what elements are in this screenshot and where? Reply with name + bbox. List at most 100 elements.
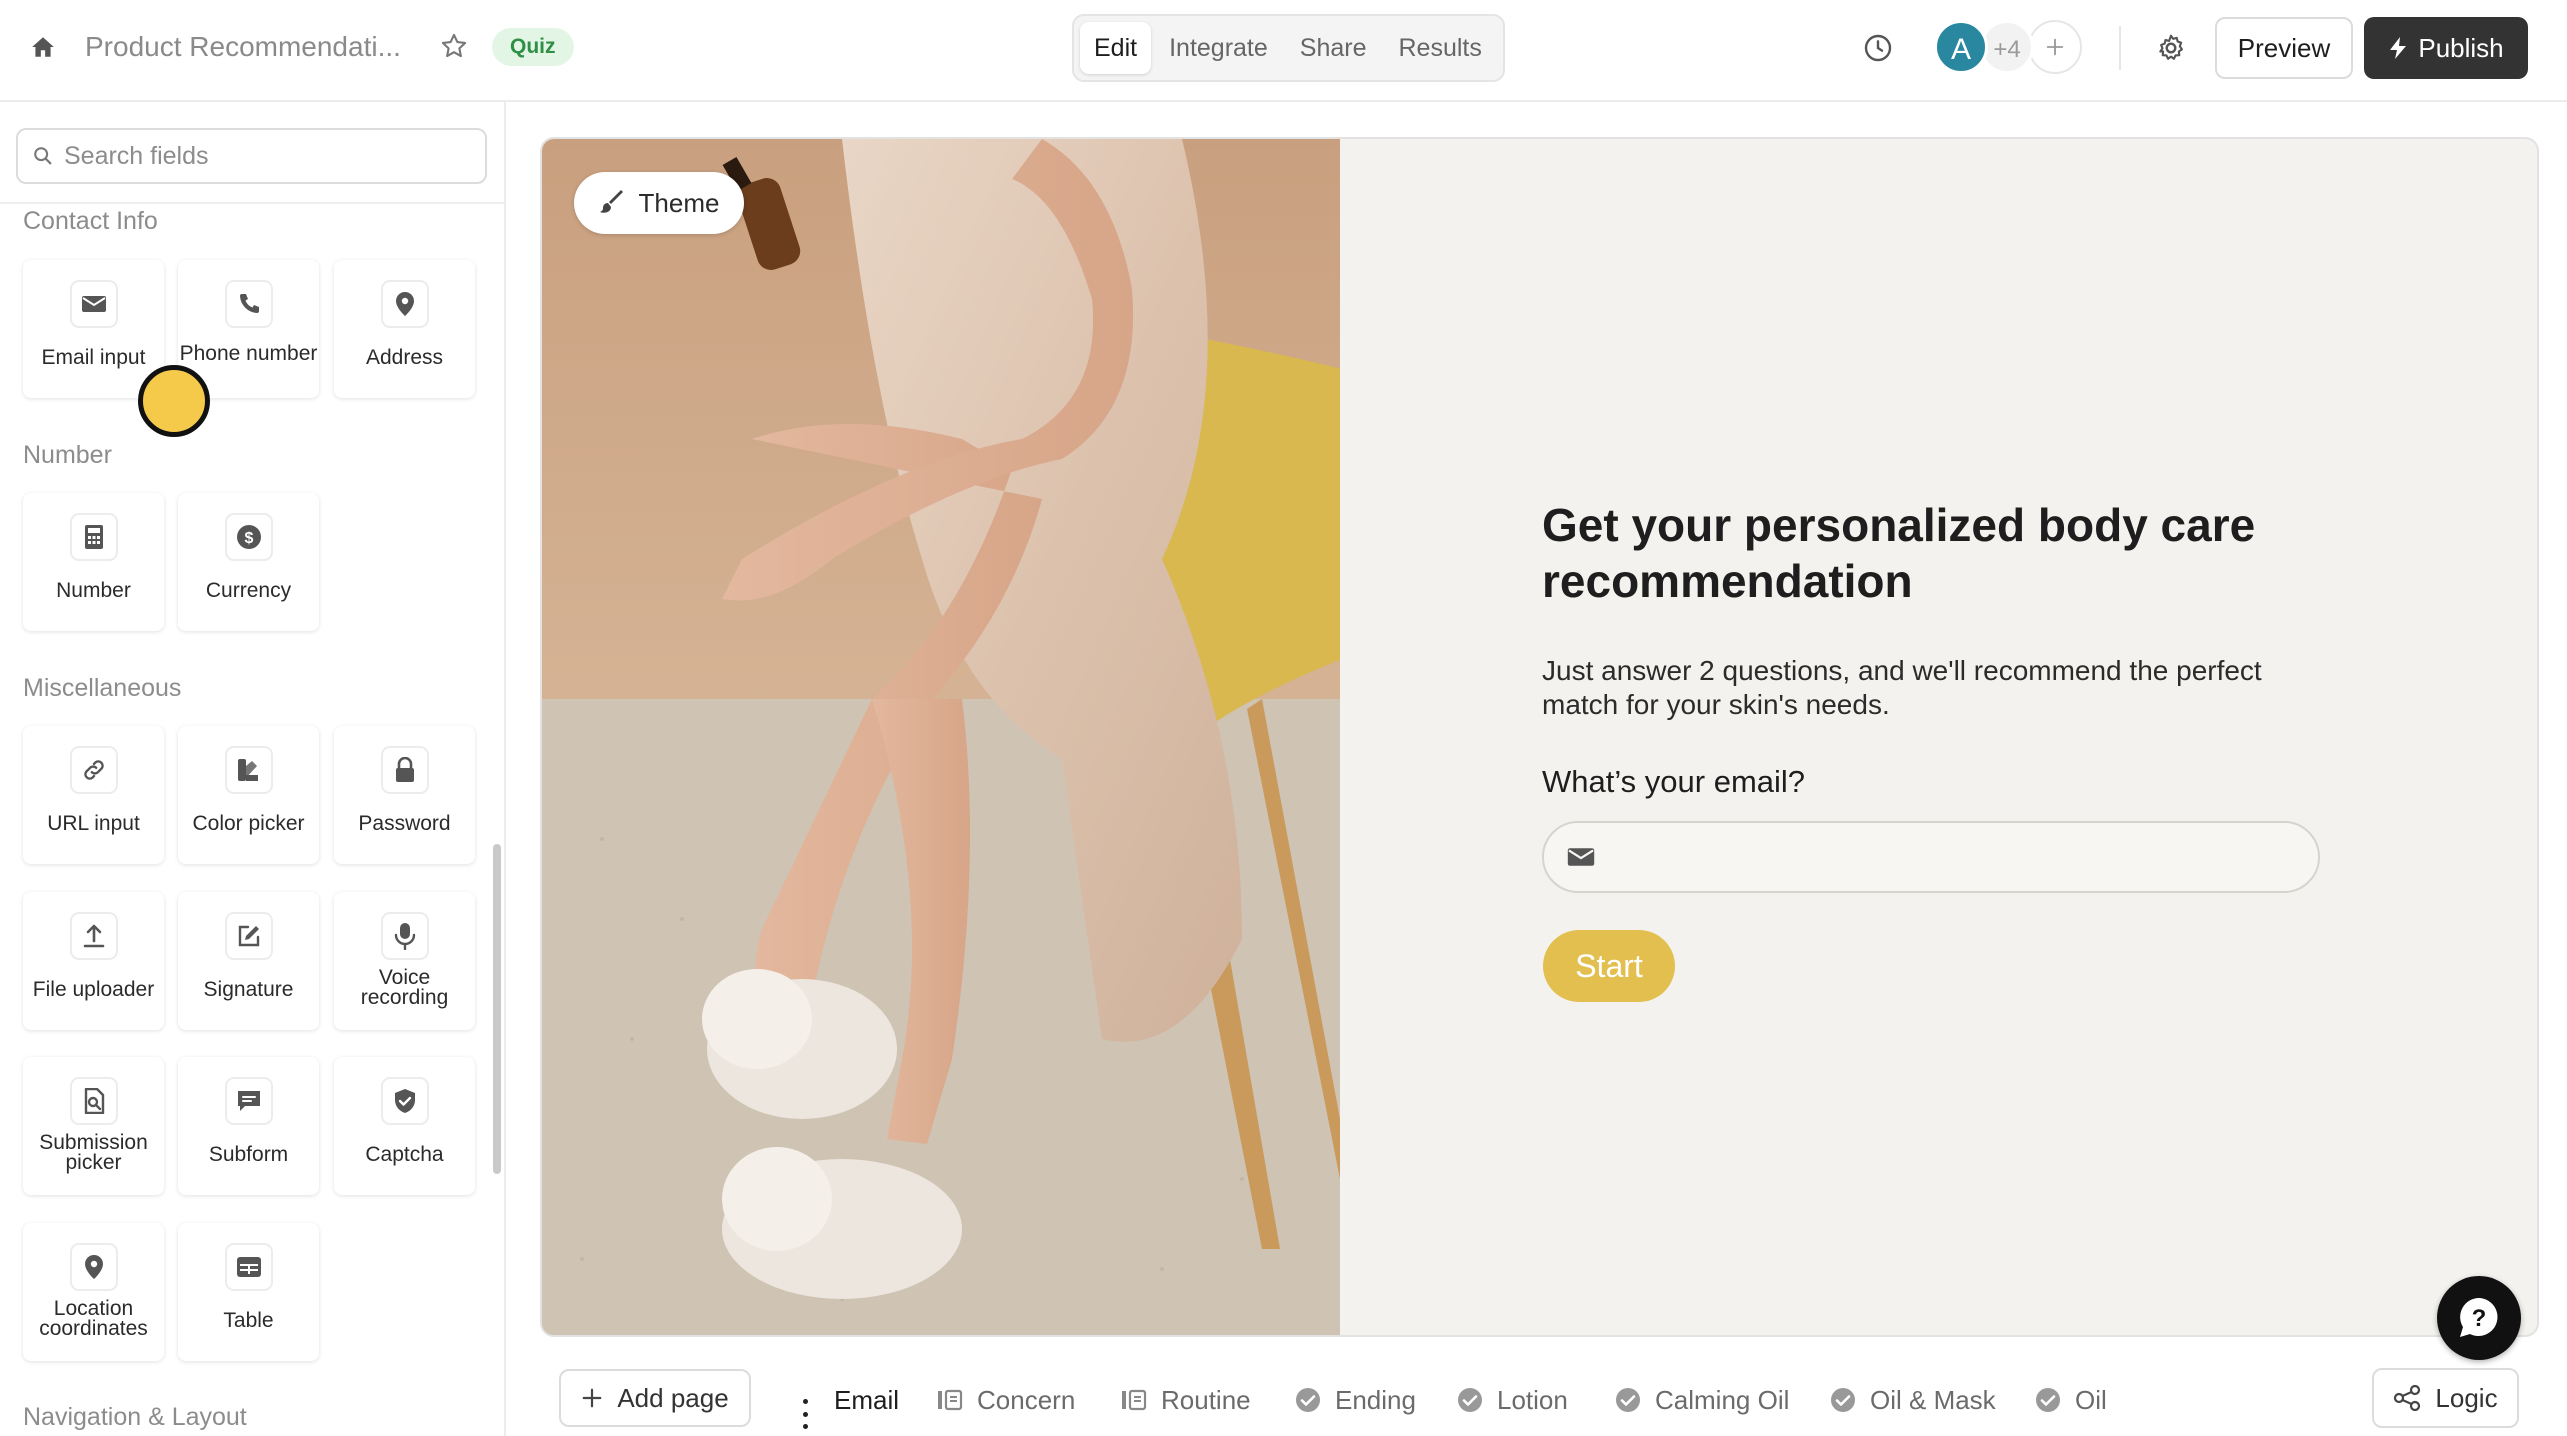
field-password[interactable]: Password [334,726,475,864]
upload-icon [70,912,118,960]
field-address[interactable]: Address [334,260,475,398]
top-bar: Product Recommendati... Quiz Edit Integr… [0,0,2567,102]
page-tab-oil-mask[interactable]: Oil & Mask [1830,1382,1996,1418]
page-tab-oil[interactable]: Oil [2035,1382,2107,1418]
field-label: Captcha [365,1143,444,1166]
page-menu-icon[interactable] [800,1399,810,1429]
page-tab-label: Lotion [1497,1384,1568,1415]
field-label: Table [223,1309,274,1332]
theme-label: Theme [638,187,720,218]
form-title[interactable]: Product Recommendati... [85,31,401,63]
lock-icon [381,746,429,794]
history-icon[interactable] [1860,30,1896,66]
add-page-button[interactable]: Add page [559,1369,751,1427]
paintbrush-icon [599,190,623,213]
page-tab-routine[interactable]: Routine [1121,1382,1251,1418]
field-label: Location coordinates [39,1297,148,1340]
email-field[interactable] [1542,821,2320,893]
check-circle-icon [1296,1388,1320,1412]
calculator-icon [70,513,118,561]
page-tab-concern[interactable]: Concern [937,1382,1075,1418]
help-button[interactable]: ? [2437,1276,2521,1360]
field-number[interactable]: Number [23,493,164,631]
field-file-uploader[interactable]: File uploader [23,892,164,1030]
section-navigation-layout: Navigation & Layout [23,1403,247,1431]
field-label: Password [358,812,451,835]
welcome-description[interactable]: Just answer 2 questions, and we'll recom… [1542,654,2302,722]
page-tab-label: Email [834,1384,900,1415]
page-tab-label: Concern [977,1384,1076,1415]
gear-icon[interactable] [2153,30,2189,66]
publish-label: Publish [2418,32,2504,63]
field-color-picker[interactable]: Color picker [178,726,319,864]
field-captcha[interactable]: Captcha [334,1057,475,1195]
tab-results[interactable]: Results [1385,22,1496,74]
star-icon[interactable] [437,29,471,63]
field-table[interactable]: Table [178,1223,319,1361]
palette-icon [225,746,273,794]
field-label: Address [365,346,444,369]
mode-switcher: Edit Integrate Share Results [1072,14,1505,82]
field-label: Phone number [179,342,318,365]
field-url-input[interactable]: URL input [23,726,164,864]
search-icon [34,147,52,165]
tab-integrate[interactable]: Integrate [1155,22,1282,74]
dollar-coin-icon: $ [225,513,273,561]
page-tab-ending[interactable]: Ending [1295,1382,1416,1418]
field-voice-recording[interactable]: Voice recording [334,892,475,1030]
pen-square-icon [225,912,273,960]
page-tab-label: Oil & Mask [1870,1384,1996,1415]
email-input[interactable] [1616,841,2296,873]
field-label: Number [56,579,131,602]
page-tab-lotion[interactable]: Lotion [1457,1382,1568,1418]
shield-check-icon [381,1077,429,1125]
pointer-cursor [138,365,210,437]
page-tab-label: Ending [1335,1384,1416,1415]
envelope-icon [1567,848,1595,866]
collaborators-count[interactable]: +4 [1980,20,2034,74]
tab-share[interactable]: Share [1286,22,1381,74]
field-email-input[interactable]: Email input [23,260,164,398]
logic-button[interactable]: Logic [2372,1368,2519,1428]
field-signature[interactable]: Signature [178,892,319,1030]
check-circle-icon [1458,1388,1482,1412]
check-circle-icon [1616,1388,1640,1412]
section-miscellaneous: Miscellaneous [23,674,182,702]
preview-button[interactable]: Preview [2215,17,2353,79]
question-label[interactable]: What’s your email? [1542,764,2302,800]
check-circle-icon [1831,1388,1855,1412]
sidebar-divider [0,202,504,204]
field-subform[interactable]: Subform [178,1057,319,1195]
theme-button[interactable]: Theme [574,172,744,234]
form-page-icon [1122,1389,1147,1411]
search-field-wrapper [16,128,487,184]
page-tab-calming-oil[interactable]: Calming Oil [1615,1382,1789,1418]
page-tab-label: Calming Oil [1655,1384,1790,1415]
add-collaborator-button[interactable] [2028,20,2082,74]
svg-text:?: ? [2472,1305,2487,1332]
field-currency[interactable]: $ Currency [178,493,319,631]
field-submission-picker[interactable]: Submission picker [23,1057,164,1195]
tab-edit[interactable]: Edit [1080,22,1152,74]
welcome-headline[interactable]: Get your personalized body care recommen… [1542,497,2302,609]
table-icon [225,1243,273,1291]
start-button[interactable]: Start [1543,930,1675,1002]
field-label: Currency [205,579,292,602]
quiz-badge: Quiz [492,28,574,66]
field-label: Subform [208,1143,289,1166]
location-pin-icon [70,1243,118,1291]
page-tab-label: Oil [2075,1384,2107,1415]
share-nodes-icon [2394,1385,2421,1411]
home-icon[interactable] [26,30,60,64]
page-tab-label: Routine [1161,1384,1251,1415]
publish-button[interactable]: Publish [2364,17,2528,79]
search-input[interactable] [64,141,464,171]
sidebar-scrollbar[interactable] [493,844,501,1174]
field-location-coordinates[interactable]: Location coordinates [23,1223,164,1361]
page-tab-email[interactable]: Email [834,1382,899,1418]
location-pin-icon [381,280,429,328]
check-circle-icon [2036,1388,2060,1412]
avatar[interactable]: A [1934,20,1988,74]
add-page-label: Add page [617,1382,729,1413]
help-chat-icon: ? [2460,1298,2498,1337]
